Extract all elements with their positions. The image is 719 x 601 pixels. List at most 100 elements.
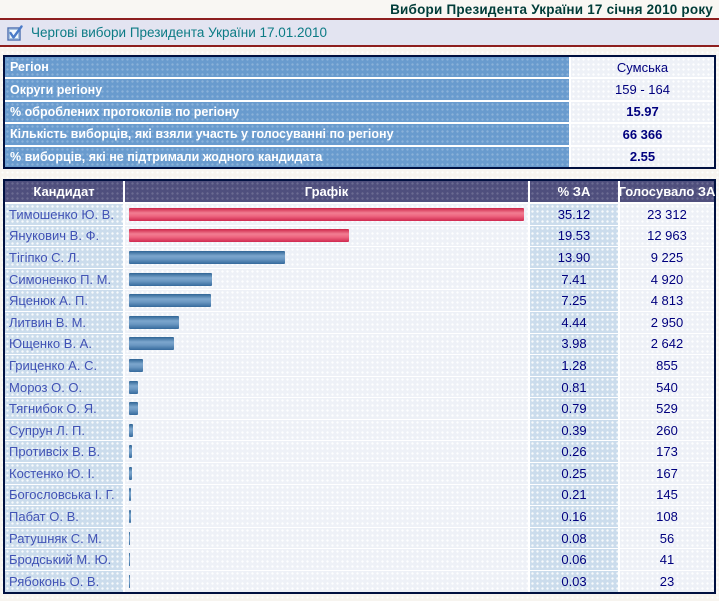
candidate-percent: 13.90 xyxy=(530,247,618,268)
page-header: Вибори Президента України 17 січня 2010 … xyxy=(0,0,719,18)
candidate-bar-cell xyxy=(125,441,528,462)
candidate-percent: 7.41 xyxy=(530,269,618,290)
candidate-votes: 2 950 xyxy=(620,312,714,333)
candidate-votes: 108 xyxy=(620,506,714,527)
candidate-vote-bar xyxy=(129,337,174,350)
header-cell-candidate: Кандидат xyxy=(5,181,123,202)
candidate-name: Богословська І. Г. xyxy=(5,485,123,506)
candidate-row: Богословська І. Г. 0.21 145 xyxy=(5,485,714,506)
candidate-bar-cell xyxy=(125,420,528,441)
candidate-percent: 4.44 xyxy=(530,312,618,333)
candidate-name: Симоненко П. М. xyxy=(5,269,123,290)
region-row-value: 2.55 xyxy=(571,147,714,167)
candidate-vote-bar xyxy=(129,294,211,307)
candidate-vote-bar xyxy=(129,251,285,264)
candidate-row: Мороз О. О. 0.81 540 xyxy=(5,377,714,398)
candidate-bar-cell xyxy=(125,571,528,592)
candidate-name: Мороз О. О. xyxy=(5,377,123,398)
candidate-vote-bar xyxy=(129,467,132,480)
candidate-row: Симоненко П. М. 7.41 4 920 xyxy=(5,269,714,290)
candidate-row: Гриценко А. С. 1.28 855 xyxy=(5,355,714,376)
results-table-header: Кандидат Графік % ЗА Голосувало ЗА xyxy=(5,181,714,202)
candidate-percent: 0.21 xyxy=(530,485,618,506)
candidate-row: Пабат О. В. 0.16 108 xyxy=(5,506,714,527)
candidate-name: Рябоконь О. В. xyxy=(5,571,123,592)
candidate-name: Ющенко В. А. xyxy=(5,334,123,355)
candidate-percent: 19.53 xyxy=(530,226,618,247)
candidate-votes: 540 xyxy=(620,377,714,398)
page-title: Вибори Президента України 17 січня 2010 … xyxy=(390,2,713,17)
candidate-row: Ющенко В. А. 3.98 2 642 xyxy=(5,334,714,355)
candidate-row: Янукович В. Ф. 19.53 12 963 xyxy=(5,226,714,247)
candidate-votes: 4 920 xyxy=(620,269,714,290)
candidate-name: Яценюк А. П. xyxy=(5,290,123,311)
candidate-bar-cell xyxy=(125,506,528,527)
candidate-row: Яценюк А. П. 7.25 4 813 xyxy=(5,290,714,311)
candidate-votes: 23 312 xyxy=(620,204,714,225)
region-row-value: 159 - 164 xyxy=(571,79,714,99)
candidate-bar-cell xyxy=(125,549,528,570)
candidate-name: Супрун Л. П. xyxy=(5,420,123,441)
region-row-label: % оброблених протоколів по регіону xyxy=(5,102,569,122)
header-cell-chart: Графік xyxy=(125,181,528,202)
candidate-name: Бродський М. Ю. xyxy=(5,549,123,570)
candidate-bar-cell xyxy=(125,528,528,549)
candidate-name: Противсіх В. В. xyxy=(5,441,123,462)
candidate-bar-cell xyxy=(125,290,528,311)
election-checkbox-label[interactable]: Чергові вибори Президента України 17.01.… xyxy=(31,25,327,40)
candidate-votes: 855 xyxy=(620,355,714,376)
candidate-row: Ратушняк С. М. 0.08 56 xyxy=(5,528,714,549)
candidate-vote-bar xyxy=(129,532,130,545)
candidate-bar-cell xyxy=(125,377,528,398)
candidate-vote-bar xyxy=(129,316,179,329)
region-table-row: Округи регіону 159 - 164 xyxy=(5,79,714,99)
candidate-votes: 4 813 xyxy=(620,290,714,311)
candidate-percent: 0.08 xyxy=(530,528,618,549)
region-row-label: % виборців, які не підтримали жодного ка… xyxy=(5,147,569,167)
results-table: Кандидат Графік % ЗА Голосувало ЗА Тимош… xyxy=(3,179,716,594)
candidate-name: Янукович В. Ф. xyxy=(5,226,123,247)
candidate-bar-cell xyxy=(125,463,528,484)
candidate-percent: 0.79 xyxy=(530,398,618,419)
candidate-percent: 0.03 xyxy=(530,571,618,592)
candidate-row: Костенко Ю. І. 0.25 167 xyxy=(5,463,714,484)
region-row-value: Сумська xyxy=(571,57,714,77)
region-table-row: Регіон Сумська xyxy=(5,57,714,77)
checkbox-checked-icon[interactable] xyxy=(7,25,23,41)
candidate-bar-cell xyxy=(125,398,528,419)
candidate-percent: 0.16 xyxy=(530,506,618,527)
candidate-row: Литвин В. М. 4.44 2 950 xyxy=(5,312,714,333)
results-table-body: Тимошенко Ю. В. 35.12 23 312 Янукович В.… xyxy=(5,204,714,592)
candidate-row: Бродський М. Ю. 0.06 41 xyxy=(5,549,714,570)
header-cell-percent: % ЗА xyxy=(530,181,618,202)
candidate-vote-bar xyxy=(129,402,138,415)
candidate-votes: 41 xyxy=(620,549,714,570)
candidate-percent: 0.39 xyxy=(530,420,618,441)
candidate-vote-bar xyxy=(129,445,132,458)
region-table-row: Кількість виборців, які взяли участь у г… xyxy=(5,124,714,144)
candidate-percent: 3.98 xyxy=(530,334,618,355)
candidate-bar-cell xyxy=(125,204,528,225)
candidate-name: Литвин В. М. xyxy=(5,312,123,333)
candidate-votes: 2 642 xyxy=(620,334,714,355)
candidate-name: Гриценко А. С. xyxy=(5,355,123,376)
header-cell-votes: Голосувало ЗА xyxy=(620,181,714,202)
region-table: Регіон Сумська Округи регіону 159 - 164 … xyxy=(3,55,716,169)
candidate-row: Супрун Л. П. 0.39 260 xyxy=(5,420,714,441)
candidate-vote-bar xyxy=(129,381,138,394)
candidate-vote-bar xyxy=(129,359,143,372)
candidate-name: Тягнибок О. Я. xyxy=(5,398,123,419)
candidate-percent: 1.28 xyxy=(530,355,618,376)
candidate-votes: 56 xyxy=(620,528,714,549)
candidate-votes: 173 xyxy=(620,441,714,462)
candidate-percent: 0.81 xyxy=(530,377,618,398)
candidate-percent: 7.25 xyxy=(530,290,618,311)
candidate-vote-bar xyxy=(129,424,133,437)
candidate-name: Тігіпко С. Л. xyxy=(5,247,123,268)
candidate-row: Тягнибок О. Я. 0.79 529 xyxy=(5,398,714,419)
candidate-row: Тігіпко С. Л. 13.90 9 225 xyxy=(5,247,714,268)
candidate-vote-bar xyxy=(129,575,130,588)
candidate-vote-bar xyxy=(129,553,130,566)
candidate-bar-cell xyxy=(125,269,528,290)
candidate-votes: 23 xyxy=(620,571,714,592)
